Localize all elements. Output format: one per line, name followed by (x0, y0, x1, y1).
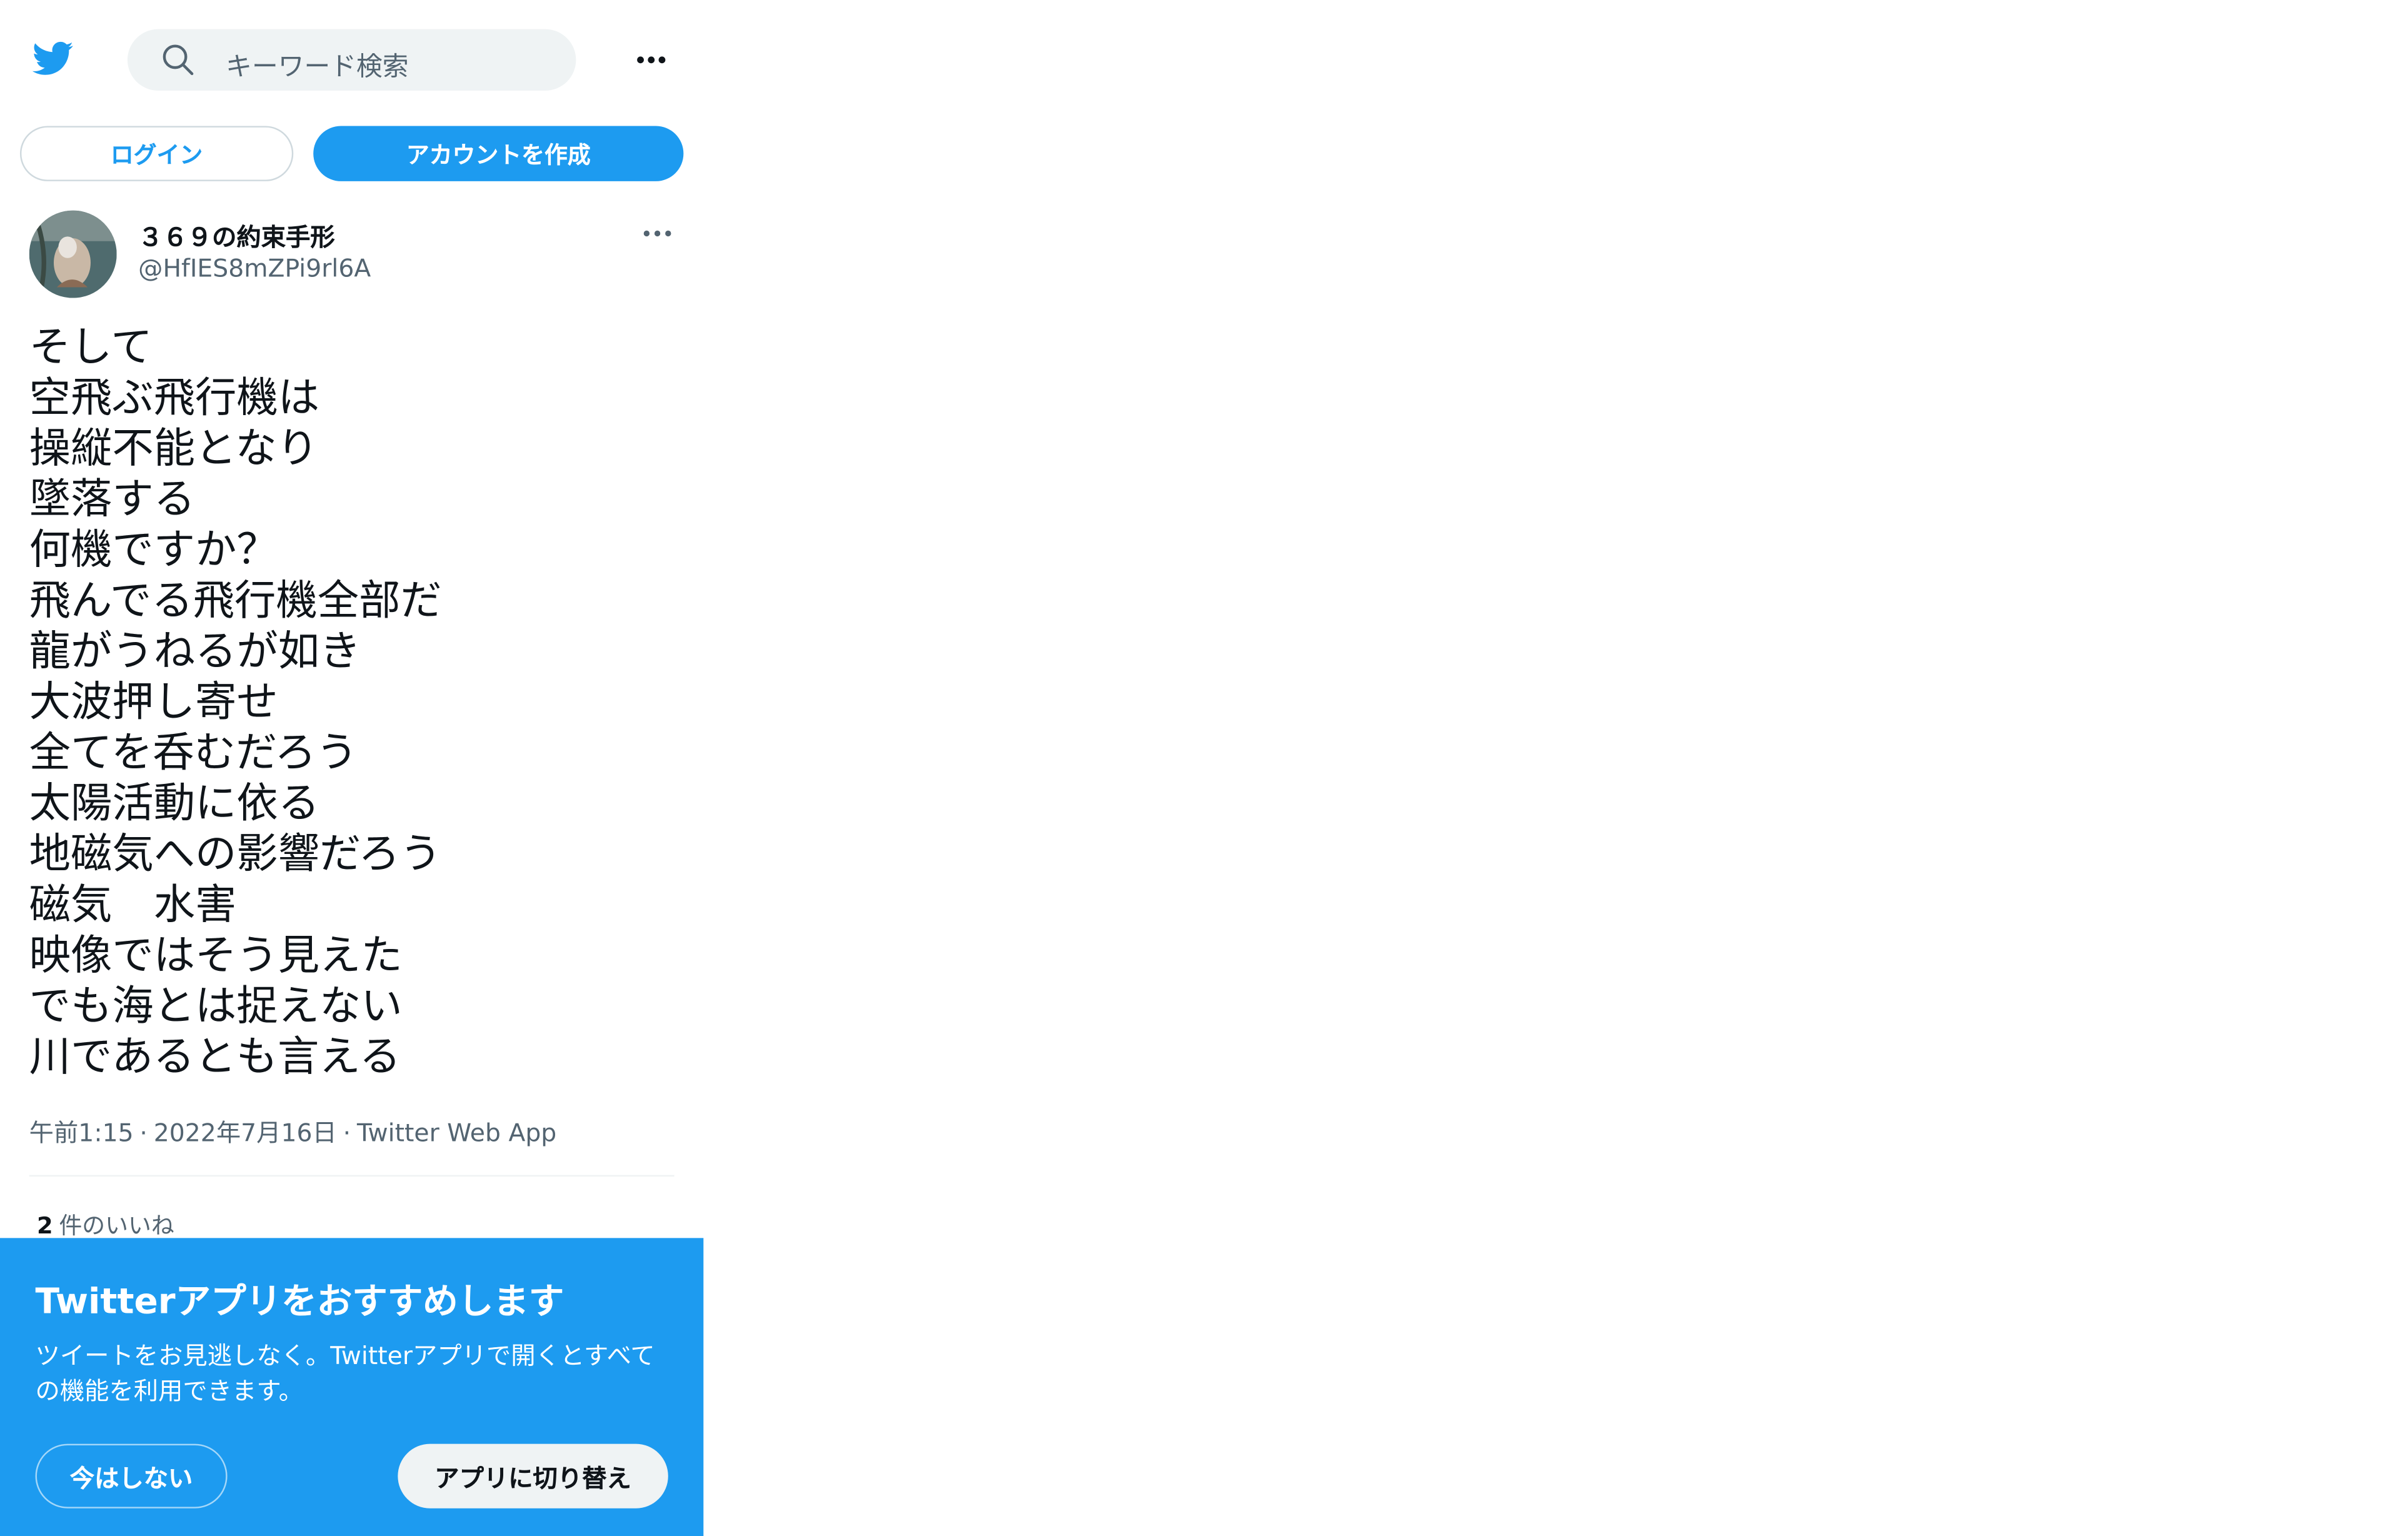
tweet-more-icon[interactable] (639, 216, 676, 250)
twitter-bird-icon[interactable] (26, 37, 79, 80)
tweet-line: 操縦不能となり (29, 425, 319, 473)
author-handle[interactable]: @HfIES8mZPi9rl6A (138, 253, 371, 283)
tweet-line: 大波押し寄せ (29, 678, 278, 727)
tweet-line: 何機ですか？ (29, 526, 278, 575)
login-button[interactable]: ログイン (19, 126, 294, 181)
tweet-source[interactable]: Twitter Web App (357, 1118, 556, 1148)
tweet-meta: 午前1:15 · 2022年7月16日 · Twitter Web App (29, 1112, 557, 1149)
create-account-button[interactable]: アカウントを作成 (313, 126, 684, 181)
search-box[interactable]: キーワード検索 (127, 29, 576, 91)
likes-number: 2 (36, 1212, 53, 1240)
tweet-date[interactable]: 2022年7月16日 (154, 1118, 337, 1148)
tweet-line: 龍がうねるが如き (29, 628, 361, 676)
tweet-time[interactable]: 午前1:15 (29, 1118, 134, 1148)
more-dots-icon[interactable] (633, 37, 673, 83)
tweet-line: 地磁気への影響だろう (29, 831, 442, 879)
tweet-line: 磁気 水害 (29, 881, 237, 930)
tweet-column: キーワード検索 ログイン アカウントを作成 ３６９の約束手形 @HfIES8mZ… (0, 0, 704, 1536)
banner-title: Twitterアプリをおすすめします (35, 1282, 564, 1323)
banner-description: ツイートをお見逃しなく。Twitterアプリで開くとすべての機能を利用できます。 (35, 1340, 655, 1406)
not-now-button[interactable]: 今はしない (35, 1443, 228, 1508)
tweet-line: 太陽活動に依る (29, 780, 320, 828)
avatar[interactable] (29, 210, 117, 298)
search-input[interactable]: キーワード検索 (226, 44, 408, 83)
likes-count[interactable]: 2 件のいいね (37, 1209, 174, 1242)
search-icon (161, 43, 195, 77)
tweet-line: 映像ではそう見えた (29, 932, 403, 980)
app-promo-banner: Twitterアプリをおすすめします ツイートをお見逃しなく。Twitterアプ… (0, 1238, 704, 1536)
divider (29, 1175, 675, 1177)
tweet-line: 空飛ぶ飛行機は (29, 374, 320, 423)
tweet-line: 全てを呑むだろう (29, 730, 358, 778)
tweet-line: でも海とは捉えない (29, 983, 403, 1031)
tweet-line: そして (29, 324, 153, 372)
likes-label: 件のいいね (59, 1212, 174, 1240)
tweet-line: 川であるとも言える (29, 1033, 401, 1082)
switch-to-app-button[interactable]: アプリに切り替え (398, 1443, 668, 1508)
tweet-line: 飛んでる飛行機全部だ (29, 577, 442, 625)
tweet-line: 墜落する (29, 476, 196, 524)
tweet-text: そして 空飛ぶ飛行機は 操縦不能となり 墜落する 何機ですか？ 飛んでる飛行機全… (29, 323, 690, 1083)
page: キーワード検索 ログイン アカウントを作成 ３６９の約束手形 @HfIES8mZ… (0, 0, 2376, 1536)
author-name[interactable]: ３６９の約束手形 (138, 216, 335, 253)
meta-separator: · (343, 1118, 351, 1148)
meta-separator: · (139, 1118, 148, 1148)
